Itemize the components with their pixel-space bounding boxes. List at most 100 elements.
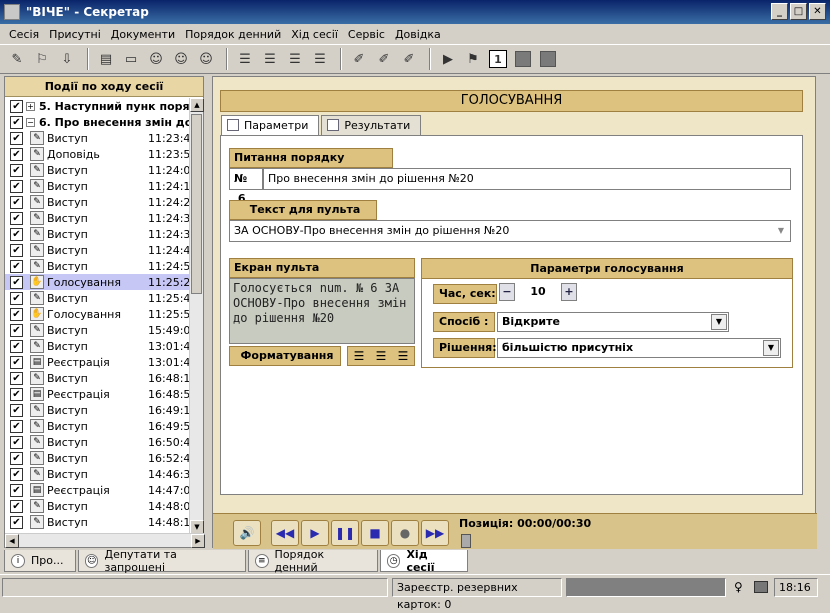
stop-icon[interactable]: ■ xyxy=(361,520,389,546)
checkbox[interactable]: ✔ xyxy=(10,387,23,401)
list-item[interactable]: ✔ ✎Виступ 16:48:15 xyxy=(5,370,191,386)
time-input[interactable]: 10 xyxy=(517,283,559,301)
registration-icon[interactable]: ▤ xyxy=(95,48,117,70)
close-button[interactable]: ✕ xyxy=(809,3,826,20)
horizontal-scrollbar[interactable]: ◀ ▶ xyxy=(5,533,205,548)
maximize-button[interactable]: □ xyxy=(790,3,807,20)
checkbox[interactable]: ✔ xyxy=(10,499,23,513)
open-icon[interactable]: ⚐ xyxy=(31,48,53,70)
tab-agenda[interactable]: ≡ Порядок денний xyxy=(248,548,378,574)
scroll-up-icon[interactable]: ▲ xyxy=(190,98,204,112)
checkbox[interactable]: ✔ xyxy=(10,291,23,305)
checkbox[interactable]: ✔ xyxy=(10,483,23,497)
checkbox[interactable]: ✔ xyxy=(10,227,23,241)
tab-about[interactable]: i Про... xyxy=(4,550,76,572)
checkbox[interactable]: ✔ xyxy=(10,323,23,337)
list-item[interactable]: ✔ ✎Виступ 11:24:23 xyxy=(5,194,191,210)
checkbox[interactable]: ✔ xyxy=(10,515,23,529)
vertical-scrollbar[interactable]: ▲ ▼ xyxy=(189,98,204,534)
rewind-icon[interactable]: ◀◀ xyxy=(271,520,299,546)
position-slider[interactable] xyxy=(461,534,471,548)
list-item[interactable]: ✔ ✎Виступ 13:01:42 xyxy=(5,338,191,354)
decision-select[interactable]: більшістю присутніх ▼ xyxy=(497,338,781,358)
list-item[interactable]: ✔ ✎Виступ 11:24:38 xyxy=(5,226,191,242)
menu-service[interactable]: Сервіс xyxy=(343,28,390,41)
tab-session-progress[interactable]: ◷ Хід сесії xyxy=(380,548,468,574)
checkbox[interactable]: ✔ xyxy=(10,259,23,273)
note-icon[interactable]: ✐ xyxy=(348,48,370,70)
align-left-icon[interactable]: ☰ xyxy=(354,349,365,363)
menu-agenda[interactable]: Порядок денний xyxy=(180,28,286,41)
deputy-speak-icon[interactable]: ☺ xyxy=(170,48,192,70)
menu-help[interactable]: Довідка xyxy=(390,28,446,41)
checkbox[interactable]: ✔ xyxy=(10,403,23,417)
list-item[interactable]: ✔ ✎Виступ 11:24:49 xyxy=(5,242,191,258)
list-item[interactable]: ✔ ✎Виступ 16:49:14 xyxy=(5,402,191,418)
play-icon[interactable]: ▶ xyxy=(437,48,459,70)
checkbox[interactable]: ✔ xyxy=(10,355,23,369)
menu-session[interactable]: Сесія xyxy=(4,28,44,41)
checkbox[interactable]: ✔ xyxy=(10,371,23,385)
checkbox[interactable]: ✔ xyxy=(10,163,23,177)
scroll-right-icon[interactable]: ▶ xyxy=(191,534,205,548)
flag-icon[interactable]: ⚑ xyxy=(462,48,484,70)
list-item[interactable]: ✔ ✎Виступ 11:24:17 xyxy=(5,178,191,194)
note-edit-icon[interactable]: ✐ xyxy=(373,48,395,70)
chevron-down-icon[interactable]: ▼ xyxy=(774,223,788,239)
list-item[interactable]: ✔ ▤Реєстрація 14:47:09 xyxy=(5,482,191,498)
minimize-button[interactable]: _ xyxy=(771,3,788,20)
list-item[interactable]: ✔ ✎Виступ 11:24:33 xyxy=(5,210,191,226)
menu-session-progress[interactable]: Хід сесії xyxy=(286,28,343,41)
doc-check-icon[interactable]: ☰ xyxy=(284,48,306,70)
scroll-left-icon[interactable]: ◀ xyxy=(5,534,19,548)
method-select[interactable]: Відкрите ▼ xyxy=(497,312,729,332)
list-item[interactable]: ✔ ✎Виступ 16:49:51 xyxy=(5,418,191,434)
checkbox[interactable]: ✔ xyxy=(10,195,23,209)
new-icon[interactable]: ✎ xyxy=(6,48,28,70)
console-text-field[interactable]: ЗА ОСНОВУ-Про внесення змін до рішення №… xyxy=(229,220,791,242)
menu-documents[interactable]: Документи xyxy=(106,28,180,41)
minus-button[interactable]: − xyxy=(499,283,515,301)
checkbox[interactable]: ✔ xyxy=(10,467,23,481)
list-item[interactable]: ✔ ▤Реєстрація 13:01:48 xyxy=(5,354,191,370)
export-icon[interactable]: ⇩ xyxy=(56,48,78,70)
checkbox[interactable]: ✔ xyxy=(10,243,23,257)
doc-next-icon[interactable]: ☰ xyxy=(309,48,331,70)
list-item[interactable]: ✔ ✎Виступ 11:25:41 xyxy=(5,290,191,306)
checkbox[interactable]: ✔ xyxy=(10,419,23,433)
checkbox[interactable]: ✔ xyxy=(10,275,23,289)
checkbox[interactable]: ✔ xyxy=(10,339,23,353)
scroll-down-icon[interactable]: ▼ xyxy=(190,520,204,534)
checkbox[interactable]: ✔ xyxy=(10,307,23,321)
stop-square-icon[interactable] xyxy=(512,48,534,70)
doc-list-icon[interactable]: ☰ xyxy=(234,48,256,70)
checkbox[interactable]: ✔ xyxy=(10,435,23,449)
checkbox[interactable]: ✔ xyxy=(10,115,23,129)
list-item[interactable]: ✔ ✎Виступ 14:46:39 xyxy=(5,466,191,482)
list-item[interactable]: ✔ ✎Виступ 16:52:45 xyxy=(5,450,191,466)
checkbox[interactable]: ✔ xyxy=(10,451,23,465)
tab-parameters[interactable]: Параметри xyxy=(221,115,320,135)
play-icon[interactable]: ▶ xyxy=(301,520,329,546)
tree-group[interactable]: ✔ +5. Наступний пунк поряд xyxy=(5,98,191,114)
scroll-thumb[interactable] xyxy=(191,114,202,294)
list-item[interactable]: ✔ ✎Виступ 11:23:43 xyxy=(5,130,191,146)
list-item[interactable]: ✔ ✎Виступ 14:48:03 xyxy=(5,498,191,514)
chevron-down-icon[interactable]: ▼ xyxy=(711,314,727,330)
deputy-icon[interactable]: ☺ xyxy=(145,48,167,70)
list-item[interactable]: ✔ ✎Виступ 11:24:58 xyxy=(5,258,191,274)
list-item[interactable]: ✔ ✎Доповідь 11:23:59 xyxy=(5,146,191,162)
list-item[interactable]: ✔ ▤Реєстрація 16:48:55 xyxy=(5,386,191,402)
align-center-icon[interactable]: ☰ xyxy=(376,349,387,363)
chevron-down-icon[interactable]: ▼ xyxy=(763,340,779,356)
list-item[interactable]: ✔ ✎Виступ 14:48:15 xyxy=(5,514,191,530)
list-item[interactable]: ✔ ✎Виступ 15:49:04 xyxy=(5,322,191,338)
align-right-icon[interactable]: ☰ xyxy=(398,349,409,363)
deputy-vote-icon[interactable]: ☺ xyxy=(195,48,217,70)
list-item[interactable]: ✔ ✋Голосування 11:25:23 xyxy=(5,274,191,290)
tab-deputies[interactable]: ☺ Депутати та запрошені xyxy=(78,548,246,574)
screen-icon[interactable]: ▭ xyxy=(120,48,142,70)
list-item[interactable]: ✔ ✎Виступ 11:24:07 xyxy=(5,162,191,178)
list-item[interactable]: ✔ ✎Виступ 16:50:44 xyxy=(5,434,191,450)
expand-icon[interactable]: + xyxy=(26,101,35,111)
